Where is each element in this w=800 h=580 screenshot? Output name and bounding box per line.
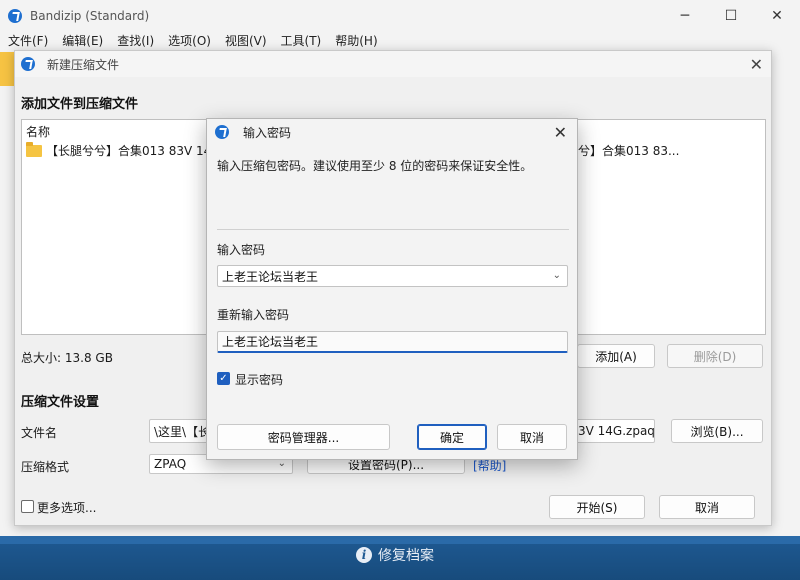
- start-button[interactable]: 开始(S): [549, 495, 645, 519]
- menu-view[interactable]: 视图(V): [225, 32, 267, 50]
- password-description: 输入压缩包密码。建议使用至少 8 位的密码来保证安全性。: [217, 159, 533, 173]
- close-icon[interactable]: ✕: [554, 123, 567, 142]
- filename-input-tail[interactable]: 3V 14G.zpaq: [573, 419, 655, 443]
- password-dialog-titlebar: 输入密码: [207, 119, 577, 145]
- reenter-password-value: 上老王论坛当老王: [222, 335, 319, 349]
- more-options-label[interactable]: 更多选项...: [37, 499, 96, 516]
- menu-tools[interactable]: 工具(T): [281, 32, 322, 50]
- password-input[interactable]: 上老王论坛当老王 ⌄: [217, 265, 568, 287]
- divider: [217, 229, 569, 230]
- cancel-button[interactable]: 取消: [497, 424, 567, 450]
- file-name: 【长腿兮兮】合集013 83V 14: [46, 144, 212, 158]
- delete-button[interactable]: 删除(D): [667, 344, 763, 368]
- info-icon: i: [356, 547, 372, 563]
- password-dialog-title: 输入密码: [243, 125, 292, 140]
- menubar: 文件(F) 编辑(E) 查找(I) 选项(O) 视图(V) 工具(T) 帮助(H…: [0, 32, 800, 50]
- cancel-button[interactable]: 取消: [659, 495, 755, 519]
- filename-label: 文件名: [21, 426, 58, 440]
- column-header-name[interactable]: 名称: [26, 123, 50, 140]
- format-value: ZPAQ: [154, 457, 187, 471]
- bandizip-logo-icon: [8, 9, 22, 23]
- archive-settings-section-title: 压缩文件设置: [21, 395, 100, 410]
- password-label: 输入密码: [217, 243, 266, 257]
- menu-find[interactable]: 查找(I): [117, 32, 154, 50]
- add-button[interactable]: 添加(A): [577, 344, 655, 368]
- repair-archive-link[interactable]: i 修复档案: [0, 536, 790, 574]
- new-archive-title: 新建压缩文件: [47, 57, 120, 72]
- app-title: Bandizip (Standard): [30, 9, 150, 23]
- maximize-icon[interactable]: ☐: [708, 0, 754, 32]
- reenter-password-input[interactable]: 上老王论坛当老王: [217, 331, 568, 353]
- reenter-password-label: 重新输入密码: [217, 308, 290, 322]
- filename-input[interactable]: \这里\【长: [149, 419, 209, 443]
- password-value: 上老王论坛当老王: [222, 269, 319, 284]
- new-archive-titlebar: 新建压缩文件: [15, 51, 771, 77]
- total-size: 总大小: 13.8 GB: [21, 351, 113, 365]
- more-options-checkbox[interactable]: [21, 500, 34, 513]
- list-item[interactable]: 【长腿兮兮】合集013 83V 14: [26, 141, 212, 159]
- show-password-checkbox[interactable]: ✓: [217, 372, 230, 385]
- format-label: 压缩格式: [21, 460, 70, 474]
- bandizip-logo-icon: [215, 125, 229, 139]
- password-dialog: 输入密码 ✕ 输入压缩包密码。建议使用至少 8 位的密码来保证安全性。 输入密码…: [206, 118, 578, 460]
- minimize-icon[interactable]: ─: [662, 0, 708, 32]
- folder-icon: [26, 141, 42, 157]
- close-icon[interactable]: ✕: [750, 55, 763, 74]
- file-name-tail: 兮】合集013 83...: [578, 144, 680, 158]
- chevron-down-icon[interactable]: ⌄: [553, 270, 561, 281]
- menu-options[interactable]: 选项(O): [168, 32, 211, 50]
- bandizip-logo-icon: [21, 57, 35, 71]
- menu-edit[interactable]: 编辑(E): [62, 32, 103, 50]
- close-icon[interactable]: ✕: [754, 0, 800, 32]
- add-files-section-title: 添加文件到压缩文件: [21, 97, 139, 112]
- browse-button[interactable]: 浏览(B)...: [671, 419, 763, 443]
- repair-archive-label: 修复档案: [378, 548, 434, 564]
- menu-file[interactable]: 文件(F): [8, 32, 48, 50]
- ok-button[interactable]: 确定: [417, 424, 487, 450]
- show-password-label[interactable]: 显示密码: [235, 371, 283, 388]
- window-controls: ─ ☐ ✕: [662, 0, 800, 32]
- password-manager-button[interactable]: 密码管理器...: [217, 424, 390, 450]
- menu-help[interactable]: 帮助(H): [335, 32, 377, 50]
